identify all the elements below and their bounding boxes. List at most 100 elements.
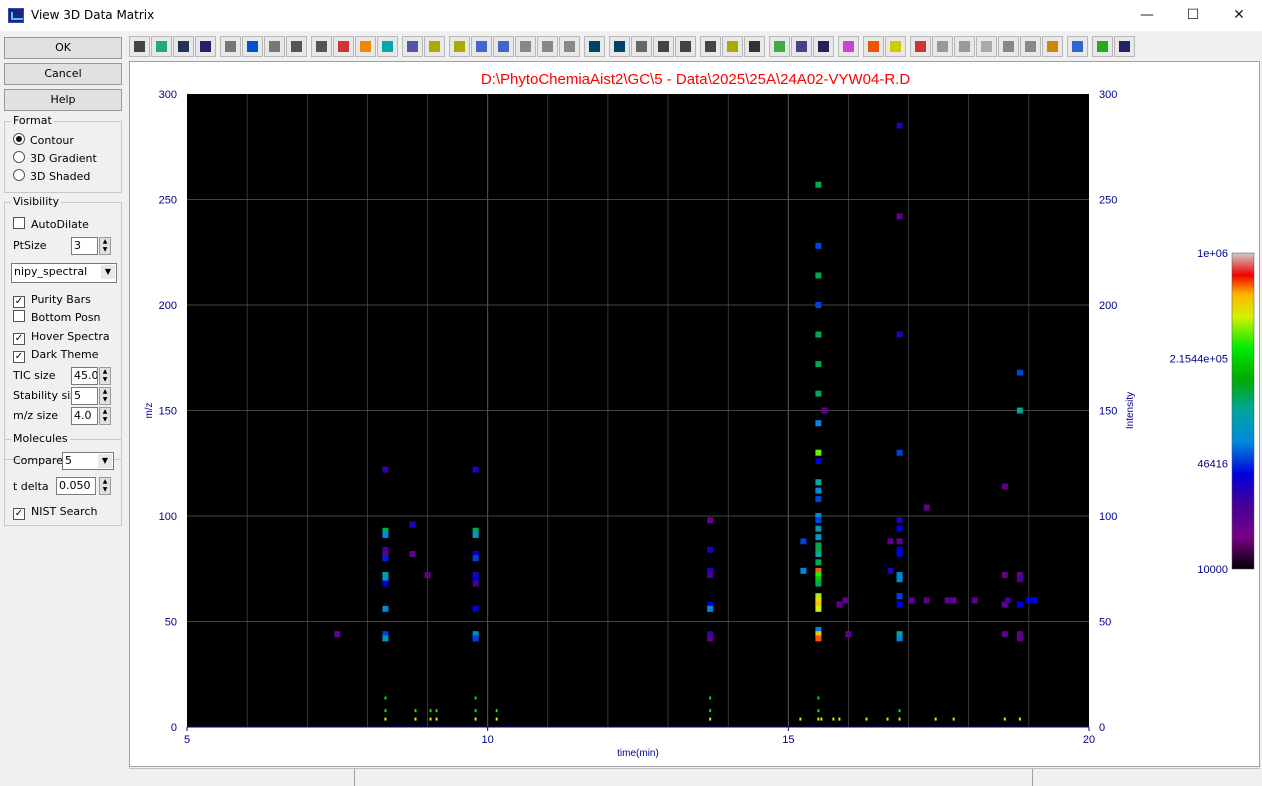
plot-canvas[interactable]: 5 10 15 200 050 50100 100150 150200 200250 250300… — [130, 62, 1261, 768]
spectrum-icon[interactable] — [333, 36, 354, 57]
ptsize-spinner[interactable]: ▲ ▼ — [99, 237, 111, 255]
checkbox-icon[interactable] — [13, 310, 25, 322]
list-active-icon[interactable] — [700, 36, 721, 57]
compare-select[interactable]: 5 ▼ — [62, 452, 114, 470]
close-button[interactable]: ✕ — [1216, 0, 1262, 31]
person-icon[interactable] — [537, 36, 558, 57]
format-option-3d-gradient[interactable]: 3D Gradient — [13, 151, 97, 167]
cloud-icon — [1025, 41, 1036, 52]
app-icon — [8, 8, 24, 23]
data-point — [836, 601, 843, 608]
refresh-icon[interactable] — [932, 36, 953, 57]
ptsize-input[interactable]: 3 — [71, 237, 98, 255]
color-wheel-icon[interactable] — [838, 36, 859, 57]
ptsize-label: PtSize — [13, 239, 47, 252]
help-icon[interactable] — [1114, 36, 1135, 57]
colorbar2-icon[interactable] — [1067, 36, 1088, 57]
radio-icon[interactable] — [13, 133, 25, 145]
zoom-in-icon[interactable] — [286, 36, 307, 57]
move-icon[interactable] — [584, 36, 605, 57]
checkbox-icon[interactable] — [13, 217, 25, 229]
nist-search-checkbox[interactable]: ✓ NIST Search — [13, 504, 97, 520]
stability-size-spinner[interactable]: ▲ ▼ — [99, 387, 111, 405]
baseline-icon — [498, 41, 509, 52]
vertical-bar-icon[interactable] — [910, 36, 931, 57]
stability-mark — [1018, 717, 1021, 721]
cancel-button[interactable]: Cancel — [4, 63, 122, 85]
print-icon[interactable] — [129, 36, 150, 57]
tdelta-input[interactable]: 0.050 — [56, 477, 96, 495]
move-icon — [589, 41, 600, 52]
tic-size-spinner[interactable]: ▲ ▼ — [99, 367, 111, 385]
download-icon[interactable] — [1092, 36, 1113, 57]
dots-icon[interactable] — [722, 36, 743, 57]
colormap-select[interactable]: nipy_spectral ▼ — [11, 263, 117, 283]
data-point — [472, 605, 479, 612]
move-axis-icon[interactable] — [609, 36, 630, 57]
radio-icon[interactable] — [13, 169, 25, 181]
tdelta-spinner[interactable]: ▲ ▼ — [99, 477, 111, 495]
checkbox-icon[interactable]: ✓ — [13, 333, 25, 345]
bars-icon[interactable] — [653, 36, 674, 57]
minimize-button[interactable]: — — [1124, 0, 1170, 31]
hash-icon[interactable] — [515, 36, 536, 57]
f-icon[interactable] — [813, 36, 834, 57]
pin-icon[interactable] — [998, 36, 1019, 57]
open-icon[interactable] — [151, 36, 172, 57]
autodilate-label: AutoDilate — [31, 218, 89, 231]
ok-button[interactable]: OK — [4, 37, 122, 59]
stability-mark — [384, 696, 387, 700]
help-button[interactable]: Help — [4, 89, 122, 111]
tic-size-input[interactable]: 45.0 — [71, 367, 98, 385]
purity-bars-checkbox[interactable]: ✓ Purity Bars — [13, 292, 91, 308]
y-tick-label: 0 — [171, 722, 177, 734]
grid-icon[interactable] — [242, 36, 263, 57]
sphere-icon[interactable] — [355, 36, 376, 57]
window-icon[interactable] — [976, 36, 997, 57]
autodilate-checkbox[interactable]: AutoDilate — [13, 217, 89, 233]
tic-bar-icon[interactable] — [449, 36, 470, 57]
lines-icon[interactable] — [631, 36, 652, 57]
dark-theme-checkbox[interactable]: ✓ Dark Theme — [13, 347, 99, 363]
cloud-icon[interactable] — [1020, 36, 1041, 57]
list-icon[interactable] — [675, 36, 696, 57]
checkbox-icon[interactable]: ✓ — [13, 508, 25, 520]
binoculars-icon[interactable] — [744, 36, 765, 57]
calendar-icon[interactable] — [791, 36, 812, 57]
mountain-icon[interactable] — [559, 36, 580, 57]
maximize-button[interactable]: ☐ — [1170, 0, 1216, 31]
checkbox-icon[interactable]: ✓ — [13, 351, 25, 363]
radio-icon[interactable] — [13, 151, 25, 163]
frame-icon[interactable] — [885, 36, 906, 57]
checkbox-icon[interactable]: ✓ — [13, 296, 25, 308]
tic-icon[interactable] — [424, 36, 445, 57]
grid-small-icon[interactable] — [220, 36, 241, 57]
refresh2-icon[interactable] — [954, 36, 975, 57]
format-option-contour[interactable]: Contour — [13, 133, 74, 149]
save-icon[interactable] — [173, 36, 194, 57]
peak-icon[interactable] — [402, 36, 423, 57]
grid-large-icon[interactable] — [264, 36, 285, 57]
colorbar-icon[interactable] — [1042, 36, 1063, 57]
rainbow-icon[interactable] — [863, 36, 884, 57]
stability-mark — [820, 717, 823, 721]
mz-size-input[interactable]: 4.0 — [71, 407, 98, 425]
hover-spectra-checkbox[interactable]: ✓ Hover Spectra — [13, 329, 110, 345]
bottom-posn-checkbox[interactable]: Bottom Posn — [13, 310, 101, 326]
chevron-down-icon[interactable]: ▼ — [101, 265, 115, 279]
stability-size-input[interactable]: 5 — [71, 387, 98, 405]
data-point — [1031, 597, 1038, 604]
w-icon[interactable] — [195, 36, 216, 57]
visibility-group: Visibility AutoDilate PtSize 3 ▲ ▼ nipy_s… — [4, 195, 122, 460]
zoom-out-icon[interactable] — [311, 36, 332, 57]
chevron-down-icon[interactable]: ▼ — [98, 454, 112, 468]
mz-size-spinner[interactable]: ▲ ▼ — [99, 407, 111, 425]
baseline-icon[interactable] — [493, 36, 514, 57]
wave-icon[interactable] — [377, 36, 398, 57]
line-icon[interactable] — [471, 36, 492, 57]
data-point — [707, 572, 714, 579]
data-point — [1016, 369, 1023, 376]
format-option-3d-shaded[interactable]: 3D Shaded — [13, 169, 90, 185]
w-icon — [200, 41, 211, 52]
filter-icon[interactable] — [769, 36, 790, 57]
